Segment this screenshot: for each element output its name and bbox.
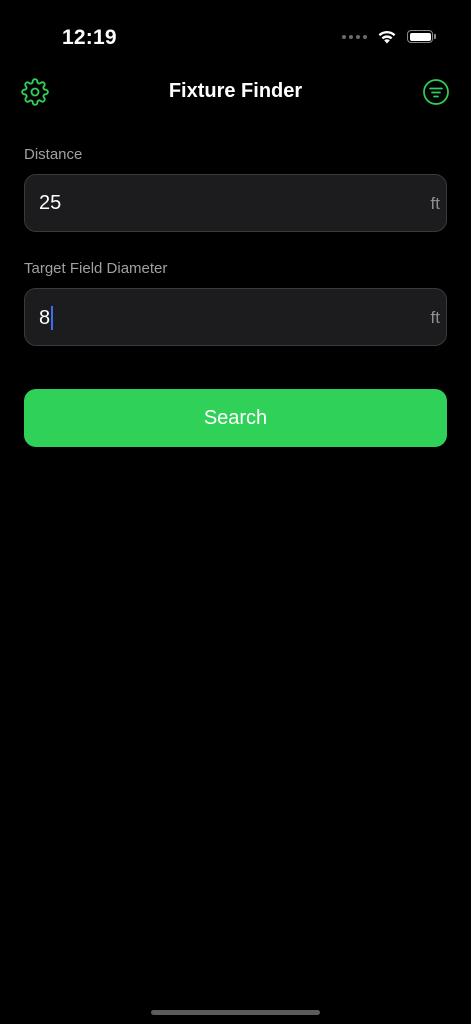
diameter-input[interactable]: 8 ft <box>24 288 447 346</box>
battery-icon <box>407 30 436 43</box>
battery-fill <box>409 32 431 41</box>
filter-icon[interactable] <box>422 78 450 106</box>
diameter-value: 8 <box>39 306 54 330</box>
status-icons <box>342 29 436 44</box>
diameter-value-text: 8 <box>39 306 51 329</box>
distance-value-text: 25 <box>39 192 62 214</box>
distance-input[interactable]: 25 ft <box>24 174 447 232</box>
wifi-icon <box>378 30 396 44</box>
diameter-unit: ft <box>430 308 440 327</box>
home-indicator[interactable] <box>151 1010 320 1015</box>
status-time: 12:19 <box>62 26 117 49</box>
distance-field-group: Distance 25 ft <box>24 146 447 232</box>
page-title: Fixture Finder <box>168 80 303 102</box>
distance-unit: ft <box>430 194 440 213</box>
navigation-bar: Fixture Finder <box>0 70 471 114</box>
search-button[interactable]: Search <box>24 389 447 447</box>
distance-label: Distance <box>24 146 83 163</box>
text-caret <box>51 306 54 330</box>
signal-dots-icon <box>342 34 367 39</box>
distance-value: 25 <box>39 192 61 215</box>
diameter-label: Target Field Diameter <box>24 260 168 277</box>
diameter-field-group: Target Field Diameter 8 ft <box>24 260 447 346</box>
status-bar: 12:19 <box>0 0 471 60</box>
